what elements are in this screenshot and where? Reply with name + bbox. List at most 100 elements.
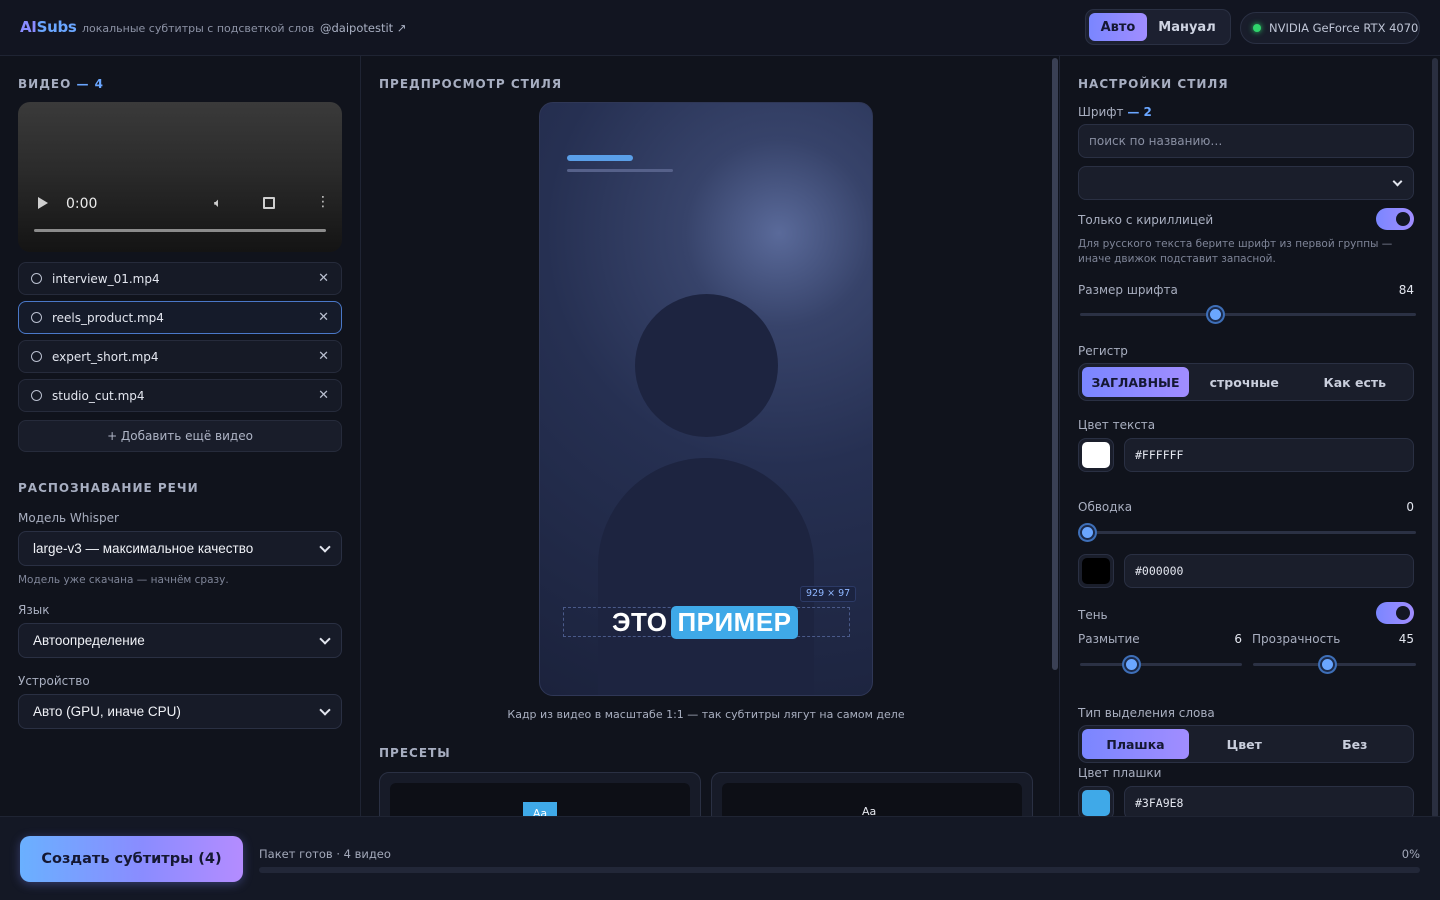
gpu-name: NVIDIA GeForce RTX 4070 <box>1269 21 1419 35</box>
blur-label: Размытие <box>1078 632 1140 646</box>
radio-icon[interactable] <box>31 390 42 401</box>
case-asis-button[interactable]: Как есть <box>1300 367 1411 397</box>
slider-thumb[interactable] <box>1319 657 1335 672</box>
file-name: reels_product.mp4 <box>52 310 164 325</box>
slider-thumb[interactable] <box>1208 307 1224 322</box>
app-tagline: локальные субтитры с подсветкой слов <box>82 22 315 35</box>
video-player[interactable]: 0:00 🔈︎ ⋮ <box>18 102 342 252</box>
font-label: Шрифт — 2 <box>1078 105 1152 119</box>
left-panel: ВИДЕО — 4 0:00 🔈︎ ⋮ interview_01.mp4 ✕ r… <box>0 56 361 816</box>
text-color-input[interactable]: #FFFFFF <box>1124 438 1414 472</box>
caption-word: ЭТО <box>612 607 668 637</box>
plate-color-swatch[interactable] <box>1078 786 1114 816</box>
slider-thumb[interactable] <box>1124 657 1140 672</box>
stroke-color-swatch[interactable] <box>1078 554 1114 588</box>
preset-card[interactable]: Aa <box>711 772 1033 816</box>
device-label: Устройство <box>18 674 90 688</box>
stroke-color-input[interactable]: #000000 <box>1124 554 1414 588</box>
fullscreen-icon[interactable] <box>263 197 275 209</box>
model-hint: Модель уже скачана — начнём сразу. <box>18 574 229 586</box>
language-select[interactable]: Автоопределение <box>18 623 342 658</box>
font-select[interactable] <box>1078 166 1414 200</box>
case-segmented: ЗАГЛАВНЫЕ строчные Как есть <box>1078 363 1414 401</box>
slider-thumb[interactable] <box>1080 525 1095 540</box>
swatch-fill <box>1082 442 1110 468</box>
file-name: interview_01.mp4 <box>52 271 160 286</box>
radio-icon[interactable] <box>31 351 42 362</box>
stroke-slider[interactable] <box>1080 525 1416 540</box>
create-subtitles-button[interactable]: Создать субтитры (4) <box>20 836 243 882</box>
highlight-plate-button[interactable]: Плашка <box>1082 729 1189 759</box>
speech-section-title: РАСПОЗНАВАНИЕ РЕЧИ <box>18 481 199 495</box>
chevron-down-icon <box>1392 176 1403 187</box>
plate-color-label: Цвет плашки <box>1078 766 1162 780</box>
highlight-type-segmented: Плашка Цвет Без <box>1078 725 1414 763</box>
volume-icon[interactable]: 🔈︎ <box>214 196 222 211</box>
add-video-button[interactable]: + Добавить ещё видео <box>18 420 342 452</box>
shadow-toggle[interactable] <box>1376 602 1414 624</box>
language-label: Язык <box>18 603 50 617</box>
video-seek-bar[interactable] <box>34 229 326 232</box>
presets-section-title: ПРЕСЕТЫ <box>379 746 451 760</box>
app-logo: AISubs <box>20 18 77 36</box>
device-select[interactable]: Авто (GPU, иначе CPU) <box>18 694 342 729</box>
file-name: expert_short.mp4 <box>52 349 159 364</box>
case-upper-button[interactable]: ЗАГЛАВНЫЕ <box>1082 367 1189 397</box>
text-color-swatch[interactable] <box>1078 438 1114 472</box>
scrollbar[interactable] <box>1052 58 1058 670</box>
stroke-value: 0 <box>1406 500 1414 514</box>
scrollbar[interactable] <box>1432 58 1438 816</box>
radio-icon[interactable] <box>31 312 42 323</box>
play-icon[interactable] <box>38 197 48 209</box>
plate-color-input[interactable]: #3FA9E8 <box>1124 786 1414 816</box>
preset-label: Aa <box>862 805 877 816</box>
video-file-item[interactable]: expert_short.mp4 ✕ <box>18 340 342 373</box>
font-size-slider[interactable] <box>1080 307 1416 322</box>
cyrillic-hint: Для русского текста берите шрифт из перв… <box>1078 238 1393 265</box>
video-file-item[interactable]: reels_product.mp4 ✕ <box>18 301 342 334</box>
font-size-value: 84 <box>1398 283 1414 297</box>
opacity-slider[interactable] <box>1253 657 1416 672</box>
preview-placeholder-bar <box>567 155 633 161</box>
chevron-down-icon <box>319 633 331 645</box>
highlight-none-button[interactable]: Без <box>1300 729 1411 759</box>
chevron-down-icon <box>319 541 331 553</box>
highlight-color-button[interactable]: Цвет <box>1189 729 1300 759</box>
progress-percent: 0% <box>1401 847 1420 861</box>
cyrillic-only-toggle[interactable] <box>1376 208 1414 230</box>
preview-placeholder-bar <box>567 169 673 172</box>
more-options-icon[interactable]: ⋮ <box>316 194 330 210</box>
video-time: 0:00 <box>66 196 98 212</box>
person-silhouette-head <box>635 294 778 437</box>
preset-preview: Aa <box>722 783 1022 816</box>
font-search-input[interactable]: поиск по названию… <box>1078 124 1414 158</box>
style-settings-panel: НАСТРОЙКИ СТИЛЯ Шрифт — 2 поиск по назва… <box>1060 56 1440 816</box>
close-icon[interactable]: ✕ <box>318 388 329 403</box>
video-file-item[interactable]: studio_cut.mp4 ✕ <box>18 379 342 412</box>
close-icon[interactable]: ✕ <box>318 310 329 325</box>
case-label: Регистр <box>1078 344 1128 358</box>
preset-card[interactable]: Aa <box>379 772 701 816</box>
mode-manual-button[interactable]: Мануал <box>1147 13 1227 41</box>
caption-size-badge: 929 × 97 <box>800 586 857 602</box>
radio-icon[interactable] <box>31 273 42 284</box>
close-icon[interactable]: ✕ <box>318 271 329 286</box>
mode-auto-button[interactable]: Авто <box>1089 13 1147 41</box>
highlight-type-label: Тип выделения слова <box>1078 706 1215 720</box>
cyrillic-only-label: Только с кириллицей <box>1078 213 1214 227</box>
caption-sample: ЭТО ПРИМЕР <box>612 606 798 639</box>
style-section-title: НАСТРОЙКИ СТИЛЯ <box>1078 77 1229 91</box>
app-header: AISubs локальные субтитры с подсветкой с… <box>0 0 1440 56</box>
author-link[interactable]: @daipotestit ↗ <box>320 21 406 35</box>
text-color-label: Цвет текста <box>1078 418 1156 432</box>
gpu-status: NVIDIA GeForce RTX 4070 <box>1240 12 1420 44</box>
model-select[interactable]: large-v3 — максимальное качество <box>18 531 342 566</box>
case-lower-button[interactable]: строчные <box>1189 367 1300 397</box>
opacity-value: 45 <box>1398 632 1414 646</box>
file-name: studio_cut.mp4 <box>52 388 145 403</box>
video-section-title: ВИДЕО — 4 <box>18 77 104 91</box>
preview-panel: ПРЕДПРОСМОТР СТИЛЯ 929 × 97 ЭТО ПРИМЕР К… <box>361 56 1060 816</box>
close-icon[interactable]: ✕ <box>318 349 329 364</box>
blur-slider[interactable] <box>1080 657 1242 672</box>
video-file-item[interactable]: interview_01.mp4 ✕ <box>18 262 342 295</box>
